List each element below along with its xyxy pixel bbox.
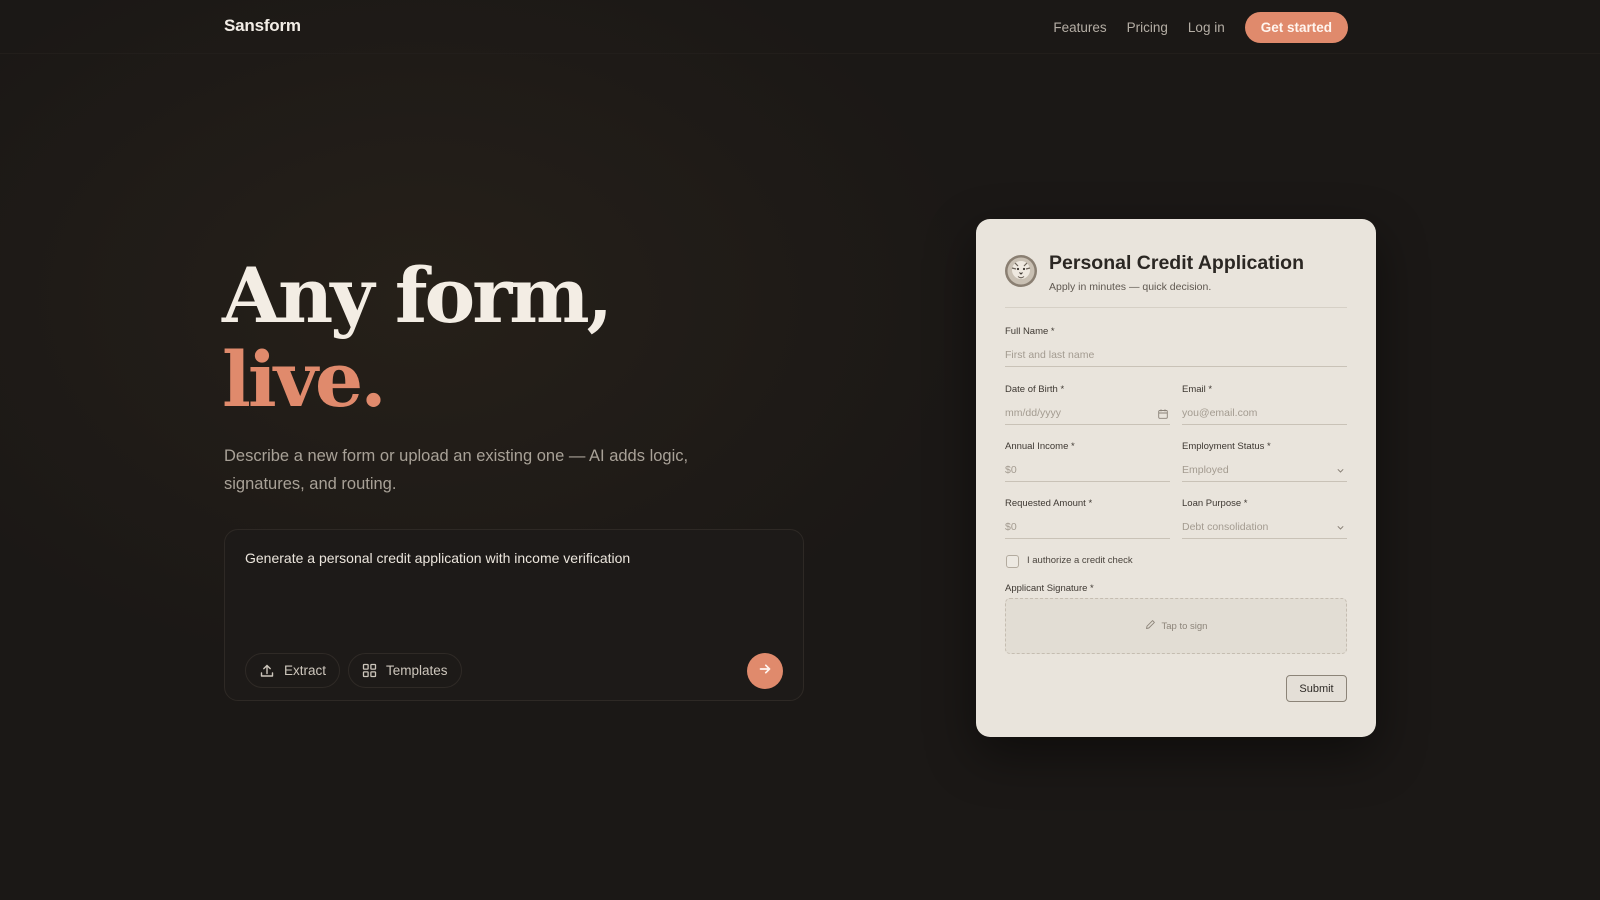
amount-label: Requested Amount * (1005, 498, 1093, 509)
get-started-button[interactable]: Get started (1244, 12, 1348, 43)
signature-pad[interactable]: Tap to sign (1005, 598, 1347, 654)
nav-links: Features Pricing Log in Get started (1053, 12, 1348, 43)
hero-title: Any form, live. (222, 251, 613, 424)
employment-label: Employment Status * (1182, 441, 1271, 452)
signature-label: Applicant Signature * (1005, 583, 1094, 594)
prompt-input[interactable]: Generate a personal credit application w… (245, 550, 630, 566)
form-preview-card: Personal Credit Application Apply in min… (976, 219, 1376, 737)
signature-hint: Tap to sign (1161, 620, 1208, 632)
chevron-down-icon (1336, 523, 1345, 535)
amount-input[interactable]: $0 (1005, 517, 1170, 539)
purpose-label: Loan Purpose * (1182, 498, 1248, 509)
email-input[interactable]: you@email.com (1182, 403, 1347, 425)
top-nav: Sansform Features Pricing Log in Get sta… (0, 0, 1600, 54)
form-subtitle: Apply in minutes — quick decision. (1049, 281, 1212, 293)
grid-icon (362, 663, 377, 678)
dob-placeholder: mm/dd/yyyy (1005, 407, 1062, 419)
employment-value: Employed (1182, 464, 1229, 476)
full-name-input[interactable]: First and last name (1005, 345, 1347, 367)
arrow-right-icon (758, 662, 772, 681)
purpose-select[interactable]: Debt consolidation (1182, 517, 1347, 539)
hero-title-line1: Any form, (222, 251, 613, 340)
nav-link-pricing[interactable]: Pricing (1127, 20, 1168, 35)
form-title: Personal Credit Application (1049, 252, 1304, 274)
purpose-value: Debt consolidation (1182, 521, 1269, 533)
hero-subtitle: Describe a new form or upload an existin… (224, 447, 689, 493)
chevron-down-icon (1336, 466, 1345, 478)
income-input[interactable]: $0 (1005, 460, 1170, 482)
calendar-icon[interactable] (1158, 409, 1168, 422)
lion-icon (1004, 254, 1038, 288)
income-label: Annual Income * (1005, 441, 1075, 452)
templates-button[interactable]: Templates (348, 653, 462, 688)
nav-link-login[interactable]: Log in (1188, 20, 1225, 35)
dob-label: Date of Birth * (1005, 384, 1065, 395)
employment-select[interactable]: Employed (1182, 460, 1347, 482)
brand-logo[interactable]: Sansform (224, 16, 301, 36)
pen-icon (1145, 619, 1156, 633)
email-label: Email * (1182, 384, 1213, 395)
hero-title-accent: live. (222, 335, 387, 424)
full-name-label: Full Name * (1005, 326, 1055, 337)
send-button[interactable] (747, 653, 783, 689)
templates-label: Templates (386, 663, 448, 678)
extract-button[interactable]: Extract (245, 653, 341, 688)
upload-icon (259, 663, 275, 679)
nav-link-features[interactable]: Features (1053, 20, 1106, 35)
credit-check-label: I authorize a credit check (1027, 555, 1133, 566)
dob-input[interactable]: mm/dd/yyyy (1005, 403, 1170, 425)
extract-label: Extract (284, 663, 327, 678)
prompt-box[interactable]: Generate a personal credit application w… (224, 529, 804, 701)
submit-button[interactable]: Submit (1286, 675, 1347, 702)
divider (1005, 307, 1347, 308)
credit-check-checkbox[interactable] (1006, 555, 1019, 568)
